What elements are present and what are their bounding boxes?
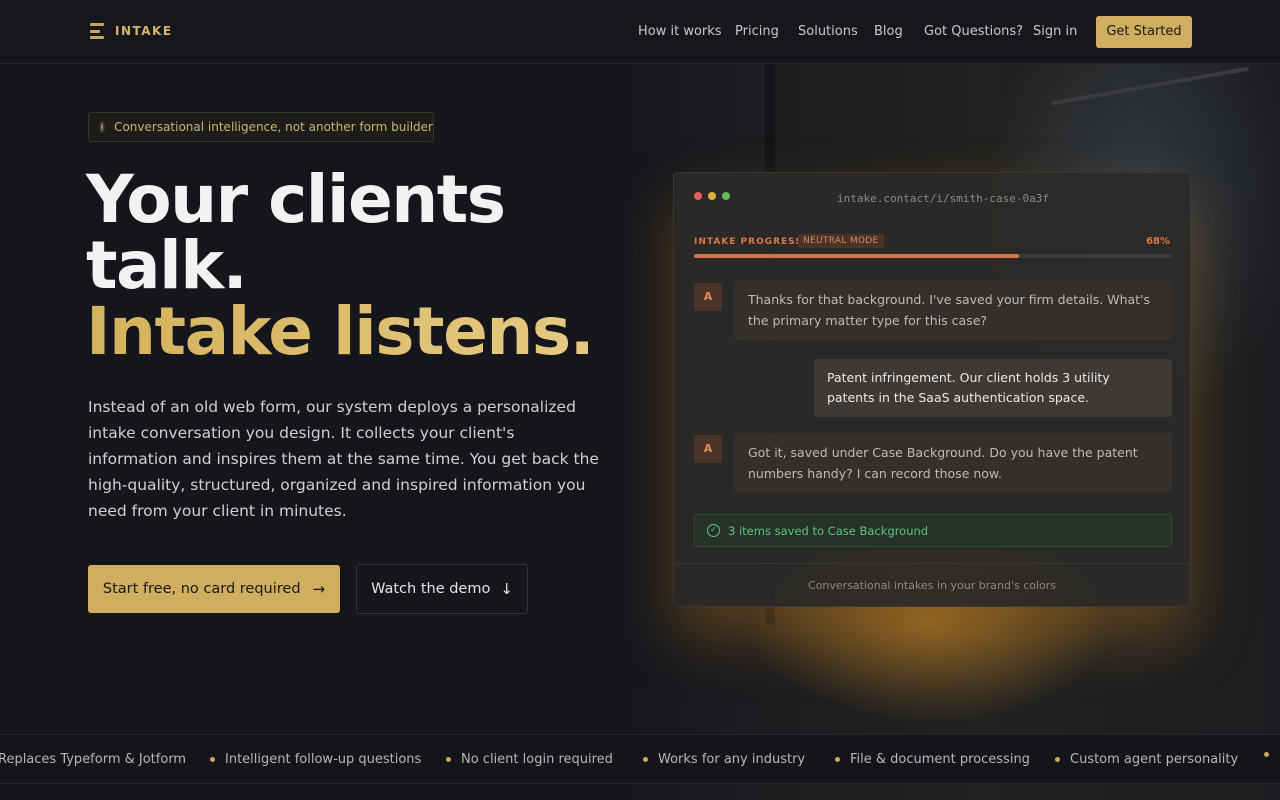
ticker-item: Intelligent follow-up questions xyxy=(210,752,421,767)
bullet-icon xyxy=(446,757,451,762)
hero-title-line-1: Your clients xyxy=(86,161,506,238)
badge-dot-icon xyxy=(99,121,106,133)
nav-link-pricing[interactable]: Pricing xyxy=(735,24,779,39)
watch-demo-button[interactable]: Watch the demo ↓ xyxy=(356,564,528,614)
nav-link-how-it-works[interactable]: How it works xyxy=(638,24,722,39)
arrow-down-icon: ↓ xyxy=(500,580,513,598)
brand-name: INTAKE xyxy=(115,24,173,38)
watch-demo-label: Watch the demo xyxy=(371,581,491,597)
top-nav: INTAKE How it works Pricing Solutions Bl… xyxy=(0,0,1280,64)
ticker-item: Replaces Typeform & Jotform xyxy=(0,752,187,767)
bullet-icon xyxy=(210,757,215,762)
logo[interactable]: INTAKE xyxy=(90,23,173,39)
agent-avatar: A xyxy=(694,283,722,311)
nav-link-solutions[interactable]: Solutions xyxy=(798,24,858,39)
ticker-item: No client login required xyxy=(446,752,613,767)
progress-percent: 68% xyxy=(1146,236,1170,247)
user-message: Patent infringement. Our client holds 3 … xyxy=(814,359,1172,417)
start-free-button[interactable]: Start free, no card required → xyxy=(88,565,340,613)
progress-label: INTAKE PROGRESS xyxy=(694,237,803,247)
saved-notice: ✓ 3 items saved to Case Background xyxy=(694,514,1172,547)
hero-title-line-2: talk. xyxy=(86,227,248,304)
mode-badge: NEUTRAL MODE xyxy=(798,234,884,248)
bullet-icon xyxy=(643,757,648,762)
start-free-label: Start free, no card required xyxy=(102,581,301,597)
check-circle-icon: ✓ xyxy=(707,524,720,537)
arrow-right-icon: → xyxy=(312,580,326,598)
ticker-item: Custom agent personality xyxy=(1055,752,1238,767)
logo-icon xyxy=(90,23,104,39)
nav-link-sign-in[interactable]: Sign in xyxy=(1033,24,1077,39)
progress-bar xyxy=(694,254,1172,258)
hero-title-line-3: Intake listens. xyxy=(86,293,595,370)
progress-bar-fill xyxy=(694,254,1020,258)
agent-avatar: A xyxy=(694,435,722,463)
demo-chat-window: intake.contact/i/smith-case-0a3f INTAKE … xyxy=(673,172,1191,607)
hero-description: Instead of an old web form, our system d… xyxy=(88,398,599,520)
feature-ticker: Replaces Typeform & Jotform Intelligent … xyxy=(0,734,1280,784)
nav-link-questions[interactable]: Got Questions? xyxy=(924,24,1023,39)
ticker-item: File & document processing xyxy=(835,752,1030,767)
nav-link-blog[interactable]: Blog xyxy=(874,24,903,39)
badge-text: Conversational intelligence, not another… xyxy=(114,120,433,134)
bullet-icon xyxy=(1264,752,1269,757)
window-url: intake.contact/i/smith-case-0a3f xyxy=(837,192,1049,205)
ticker-item: Works for any industry xyxy=(643,752,805,767)
agent-message: Got it, saved under Case Background. Do … xyxy=(734,433,1172,493)
agent-message: Thanks for that background. I've saved y… xyxy=(734,280,1172,340)
ticker-item xyxy=(1264,752,1279,757)
saved-notice-text: 3 items saved to Case Background xyxy=(728,523,929,538)
bullet-icon xyxy=(1055,757,1060,762)
window-footer: Conversational intakes in your brand's c… xyxy=(674,563,1190,607)
hero-badge: Conversational intelligence, not another… xyxy=(88,112,434,142)
get-started-button[interactable]: Get Started xyxy=(1096,16,1192,48)
bullet-icon xyxy=(835,757,840,762)
